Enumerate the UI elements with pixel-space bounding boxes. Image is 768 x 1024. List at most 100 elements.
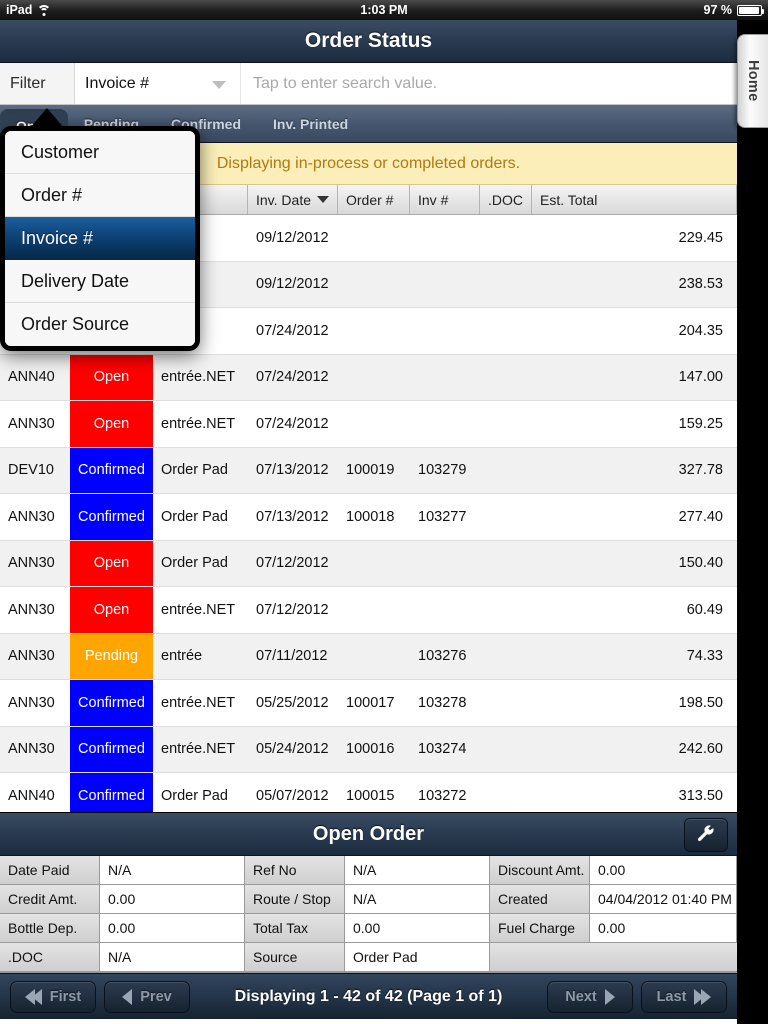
cell-inv-date: 07/12/2012 <box>256 555 329 572</box>
status-bar-right: 97 % <box>704 3 764 17</box>
popover-item-customer[interactable]: Customer <box>5 131 195 174</box>
filter-options-popover[interactable]: Customer Order # Invoice # Delivery Date Ord… <box>0 126 200 351</box>
cell-est-total: 313.50 <box>678 787 723 804</box>
cell-source: entrée <box>161 648 203 665</box>
table-row[interactable]: ANN30 Confirmed entrée.NET 05/24/2012 100016… <box>0 726 737 773</box>
status-badge: Confirmed <box>70 494 153 540</box>
cell-source: Order Pad <box>161 555 228 572</box>
table-row[interactable]: ANN40 Open entrée.NET 07/24/2012 147.00 <box>0 354 737 401</box>
cell-inv-no: 103272 <box>418 787 467 804</box>
cell-order-no <box>338 541 410 587</box>
table-row[interactable]: ANN40 Confirmed Order Pad 05/07/2012 100015 1… <box>0 773 737 812</box>
cell-order-no: 100016 <box>346 741 395 758</box>
cell-doc <box>480 308 532 354</box>
last-page-label: Last <box>656 988 687 1005</box>
table-row[interactable]: ANN30 Open entrée.NET 07/12/2012 60.49 <box>0 587 737 634</box>
cell-inv-no: 103277 <box>418 508 467 525</box>
cell-est-total: 204.35 <box>678 322 723 339</box>
sort-descending-icon <box>317 196 329 203</box>
column-header-inv-date-label: Inv. Date <box>256 191 311 208</box>
status-badge: Open <box>70 354 153 400</box>
cell-order-no: 100015 <box>346 787 395 804</box>
cell-est-total: 242.60 <box>678 741 723 758</box>
table-row[interactable]: ANN30 Open Order Pad 07/12/2012 150.40 <box>0 540 737 587</box>
cell-doc <box>480 215 532 261</box>
detail-field-label: Source <box>245 943 345 972</box>
pagination-info: Displaying 1 - 42 of 42 (Page 1 of 1) <box>234 987 503 1005</box>
cell-source: Order Pad <box>161 508 228 525</box>
cell-doc <box>480 541 532 587</box>
ios-status-bar: iPad 1:03 PM 97 % <box>0 0 768 20</box>
cell-inv-no <box>410 541 480 587</box>
cell-source: entrée.NET <box>161 415 236 432</box>
detail-field-value: 0.00 <box>590 856 737 885</box>
cell-inv-date: 07/24/2012 <box>256 415 329 432</box>
cell-inv-no <box>410 262 480 308</box>
detail-field-value: 0.00 <box>100 885 245 914</box>
next-page-button[interactable]: Next <box>547 980 633 1013</box>
double-right-arrow-icon <box>694 988 712 1005</box>
page-title: Order Status <box>0 20 737 63</box>
detail-field-label: Ref No <box>245 856 345 885</box>
cell-inv-no <box>410 355 480 401</box>
status-badge: Confirmed <box>70 447 153 493</box>
cell-customer: ANN30 <box>8 601 55 618</box>
pagination-bar: First Prev Displaying 1 - 42 of 42 (Page… <box>0 973 737 1019</box>
cell-est-total: 229.45 <box>678 229 723 246</box>
table-row[interactable]: ANN30 Confirmed Order Pad 07/13/2012 100018 1… <box>0 494 737 541</box>
ipad-screen: iPad 1:03 PM 97 % Order Status Filter In… <box>0 0 768 1024</box>
detail-field-value: 04/04/2012 01:40 PM <box>590 885 737 914</box>
first-page-label: First <box>49 988 82 1005</box>
cell-est-total: 238.53 <box>678 276 723 293</box>
prev-page-button[interactable]: Prev <box>104 980 190 1013</box>
column-header-inv-no[interactable]: Inv # <box>410 185 480 214</box>
cell-inv-no: 103276 <box>418 648 467 665</box>
cell-est-total: 198.50 <box>678 694 723 711</box>
popover-item-order-source[interactable]: Order Source <box>5 303 195 346</box>
table-row[interactable]: ANN30 Open entrée.NET 07/24/2012 159.25 <box>0 401 737 448</box>
column-header-order-no[interactable]: Order # <box>338 185 410 214</box>
status-badge: Confirmed <box>70 773 153 812</box>
tab-inv-printed[interactable]: Inv. Printed <box>257 105 364 143</box>
detail-row: .DOC N/A Source Order Pad <box>0 943 737 972</box>
settings-button[interactable] <box>684 818 728 852</box>
cell-inv-no <box>410 587 480 633</box>
popover-item-invoice[interactable]: Invoice # <box>5 217 195 260</box>
cell-doc <box>480 262 532 308</box>
detail-empty-cell <box>490 943 737 972</box>
detail-row: Bottle Dep. 0.00 Total Tax 0.00 Fuel Charge 0… <box>0 914 737 943</box>
table-row[interactable]: ANN30 Pending entrée 07/11/2012 103276 74.33 <box>0 633 737 680</box>
table-row[interactable]: DEV10 Confirmed Order Pad 07/13/2012 100019 1… <box>0 447 737 494</box>
detail-field-value: 0.00 <box>590 914 737 943</box>
column-header-inv-date[interactable]: Inv. Date <box>248 185 338 214</box>
column-header-est-total[interactable]: Est. Total <box>532 185 737 214</box>
next-page-label: Next <box>565 988 597 1005</box>
cell-order-no <box>338 587 410 633</box>
cell-inv-date: 05/24/2012 <box>256 741 329 758</box>
popover-item-order[interactable]: Order # <box>5 174 195 217</box>
cell-customer: ANN30 <box>8 648 55 665</box>
cell-doc <box>480 727 532 773</box>
cell-doc <box>480 680 532 726</box>
detail-field-value: Order Pad <box>345 943 490 972</box>
cell-inv-date: 09/12/2012 <box>256 229 329 246</box>
first-page-button[interactable]: First <box>10 980 96 1013</box>
table-row[interactable]: ANN30 Confirmed entrée.NET 05/25/2012 100017… <box>0 680 737 727</box>
search-input[interactable]: Tap to enter search value. <box>241 63 737 104</box>
cell-est-total: 277.40 <box>678 508 723 525</box>
detail-field-label: Discount Amt. <box>490 856 590 885</box>
column-header-doc[interactable]: .DOC <box>480 185 532 214</box>
cell-doc <box>480 355 532 401</box>
filter-field-select[interactable]: Invoice # <box>75 63 241 104</box>
cell-customer: DEV10 <box>8 462 54 479</box>
last-page-button[interactable]: Last <box>641 980 727 1013</box>
cell-customer: ANN30 <box>8 741 55 758</box>
chevron-down-icon <box>212 80 226 89</box>
filter-label: Filter <box>0 63 75 104</box>
cell-source: entrée.NET <box>161 741 236 758</box>
cell-inv-no <box>410 401 480 447</box>
status-badge: Open <box>70 401 153 447</box>
home-side-tab[interactable]: Home <box>737 34 768 128</box>
popover-item-delivery-date[interactable]: Delivery Date <box>5 260 195 303</box>
status-bar-time: 1:03 PM <box>360 3 408 17</box>
